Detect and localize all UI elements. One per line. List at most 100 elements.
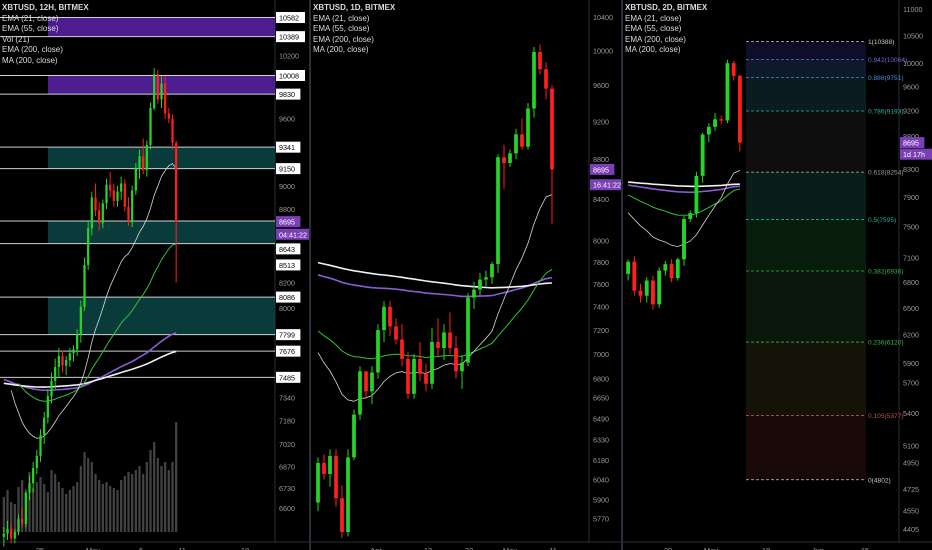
- candle-body: [496, 157, 500, 265]
- chart-canvas-1d[interactable]: 10400 10000 9600 9200 8800 8400 8000 7800 7600 74…: [311, 0, 621, 550]
- chart-canvas-12h[interactable]: 10200 9600 9000 8800 8200 8000 7340 7180 7020 687…: [0, 0, 309, 550]
- candle-body: [526, 108, 530, 147]
- candle-body: [412, 358, 416, 394]
- volume-bar: [123, 476, 126, 532]
- y-tick-label: 7020: [279, 440, 295, 449]
- fib-level-label: 0.382(6936): [868, 268, 904, 275]
- price-label: 10582: [279, 14, 299, 23]
- candle-body: [123, 183, 126, 207]
- legend-ema55: EMA (55, close): [2, 24, 59, 34]
- legend-ema55: EMA (55, close): [313, 24, 370, 34]
- candle-body: [442, 332, 446, 348]
- sr-zone: [48, 221, 275, 244]
- candle-body: [153, 74, 156, 108]
- chart-canvas-2d[interactable]: 1100010500100009600920088008300790075007…: [623, 0, 932, 550]
- price-label: 16:41:22: [593, 181, 621, 190]
- candle-body: [706, 126, 711, 135]
- y-tick-label: 8800: [279, 205, 295, 214]
- x-tick-label: 6: [139, 546, 143, 550]
- y-tick-label: 8000: [279, 304, 295, 313]
- y-tick-label: 4950: [903, 459, 919, 468]
- candle-body: [400, 339, 404, 359]
- x-tick-label: 22: [465, 546, 473, 550]
- volume-bar: [43, 484, 46, 532]
- y-tick-label: 9600: [593, 81, 609, 90]
- volume-bar: [138, 466, 141, 532]
- candle-body: [725, 63, 730, 121]
- candle-body: [43, 417, 46, 436]
- y-tick-label: 8200: [279, 279, 295, 288]
- legend-ema21: EMA (21, close): [2, 13, 59, 23]
- y-tick-label: 7600: [593, 280, 609, 289]
- candle-body: [61, 356, 64, 366]
- legend-ema200: EMA (200, close): [625, 34, 686, 44]
- candle-body: [79, 306, 82, 335]
- price-label: 7799: [279, 331, 295, 340]
- volume-bar: [2, 497, 5, 532]
- candle-body: [484, 277, 488, 280]
- candle-body: [663, 264, 668, 271]
- y-tick-label: 7200: [593, 326, 609, 335]
- y-tick-label: 8800: [593, 155, 609, 164]
- candle-body: [713, 119, 717, 127]
- legend-1d: XBTUSD, 1D, BITMEX EMA (21, close) EMA (…: [313, 3, 395, 56]
- candle-body: [101, 203, 104, 224]
- chart-pane-2d[interactable]: 11000 10500 10000 9600 9200 8800 8300 7900 7500 7…: [623, 0, 932, 550]
- candle-body: [694, 175, 699, 214]
- x-tick-label: 18: [241, 546, 249, 550]
- fib-level-label: 0.886(9751): [868, 75, 904, 82]
- volume-bar: [61, 488, 64, 532]
- x-tick-label: 18: [762, 546, 770, 550]
- candle-body: [68, 353, 71, 361]
- candle-body: [731, 63, 736, 76]
- y-tick-label: 5900: [593, 496, 609, 505]
- volume-bar: [112, 488, 115, 532]
- candle-body: [651, 280, 655, 305]
- ma200-line: [317, 261, 553, 289]
- volume-bar: [65, 494, 68, 532]
- candle-body: [424, 373, 428, 384]
- candle-body: [21, 519, 24, 524]
- candle-body: [520, 134, 524, 147]
- candle-body: [454, 347, 458, 372]
- legend-vol: Vol (21): [2, 34, 30, 44]
- volume-bar: [68, 490, 71, 532]
- candle-body: [160, 83, 163, 100]
- volume-bar: [94, 474, 97, 532]
- fib-band: [746, 172, 866, 220]
- candle-body: [32, 467, 35, 484]
- candle-body: [737, 75, 742, 143]
- legend-ma200: MA (200, close): [625, 45, 681, 55]
- candle-body: [46, 396, 49, 418]
- sr-zone: [48, 297, 275, 335]
- volume-bar: [57, 482, 60, 532]
- fib-band: [746, 415, 866, 480]
- volume-bar: [116, 490, 119, 532]
- x-tick-label: 13: [424, 546, 432, 550]
- price-label: 9150: [279, 165, 295, 174]
- candle-body: [352, 414, 356, 458]
- candle-body: [502, 157, 506, 164]
- ma200-line: [3, 350, 177, 388]
- volume-bar: [87, 458, 90, 532]
- volume-bar: [175, 422, 178, 532]
- candle-body: [149, 107, 152, 146]
- candle-body: [13, 532, 16, 539]
- volume-bar: [145, 462, 148, 532]
- y-tick-label: 6040: [593, 476, 609, 485]
- candle-body: [164, 83, 167, 114]
- chart-pane-1d[interactable]: 10400 10000 9600 9200 8800 8400 8000 7800 7600 74…: [311, 0, 621, 550]
- candle-body: [669, 264, 674, 279]
- price-label: 9341: [279, 143, 295, 152]
- candle-body: [39, 435, 42, 456]
- candle-body: [105, 184, 108, 204]
- y-tick-label: 7340: [279, 394, 295, 403]
- volume-bar: [109, 486, 112, 532]
- candle-body: [478, 279, 482, 290]
- candle-body: [35, 455, 38, 468]
- y-tick-label: 10500: [903, 32, 923, 41]
- candle-body: [328, 456, 332, 475]
- fib-band: [746, 219, 866, 271]
- fib-level-label: 0(4802): [868, 477, 891, 484]
- chart-pane-12h[interactable]: 10200 9600 9000 8800 8200 8000 7340 7180 7020 687…: [0, 0, 309, 550]
